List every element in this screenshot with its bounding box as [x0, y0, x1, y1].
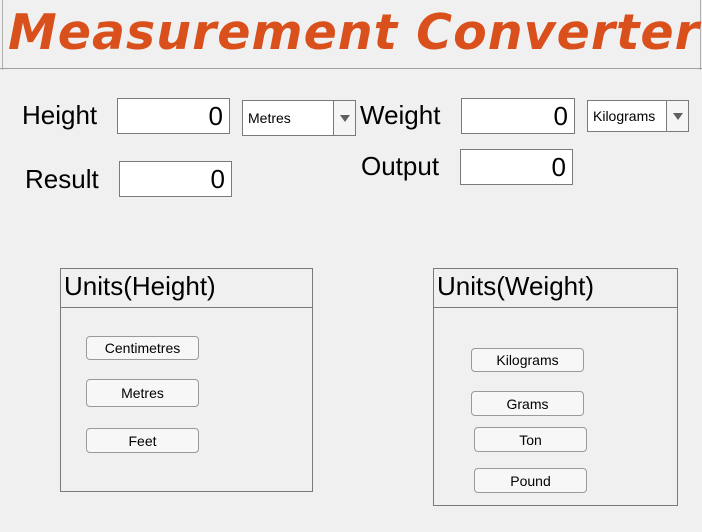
weight-unit-value: Kilograms [593, 108, 656, 124]
metres-button[interactable]: Metres [86, 379, 199, 407]
output-label: Output [361, 151, 440, 181]
height-input[interactable] [117, 98, 230, 134]
window-left-edge [2, 0, 3, 70]
app-title: Measurement Converter [8, 4, 700, 61]
output-field[interactable] [460, 149, 573, 185]
height-unit-select[interactable]: Metres [242, 100, 356, 136]
weight-input[interactable] [461, 98, 575, 134]
pound-button[interactable]: Pound [474, 468, 587, 493]
weight-label: Weight [360, 100, 441, 130]
kilograms-button[interactable]: Kilograms [471, 348, 584, 372]
result-field[interactable] [119, 161, 232, 197]
grams-button[interactable]: Grams [471, 391, 584, 416]
units-weight-panel: Units(Weight) Kilograms Grams Ton Pound [433, 268, 678, 506]
title-divider [0, 68, 702, 69]
centimetres-button[interactable]: Centimetres [86, 336, 199, 360]
units-weight-title: Units(Weight) [434, 269, 677, 308]
chevron-down-icon[interactable] [333, 101, 355, 135]
height-unit-value: Metres [248, 110, 291, 126]
window-right-edge [700, 0, 701, 70]
result-label: Result [25, 164, 99, 194]
units-height-panel: Units(Height) Centimetres Metres Feet [60, 268, 313, 492]
units-height-title: Units(Height) [61, 269, 312, 308]
height-label: Height [22, 100, 98, 130]
feet-button[interactable]: Feet [86, 428, 199, 453]
weight-unit-select[interactable]: Kilograms [587, 100, 689, 132]
ton-button[interactable]: Ton [474, 427, 587, 452]
chevron-down-icon[interactable] [666, 101, 688, 131]
